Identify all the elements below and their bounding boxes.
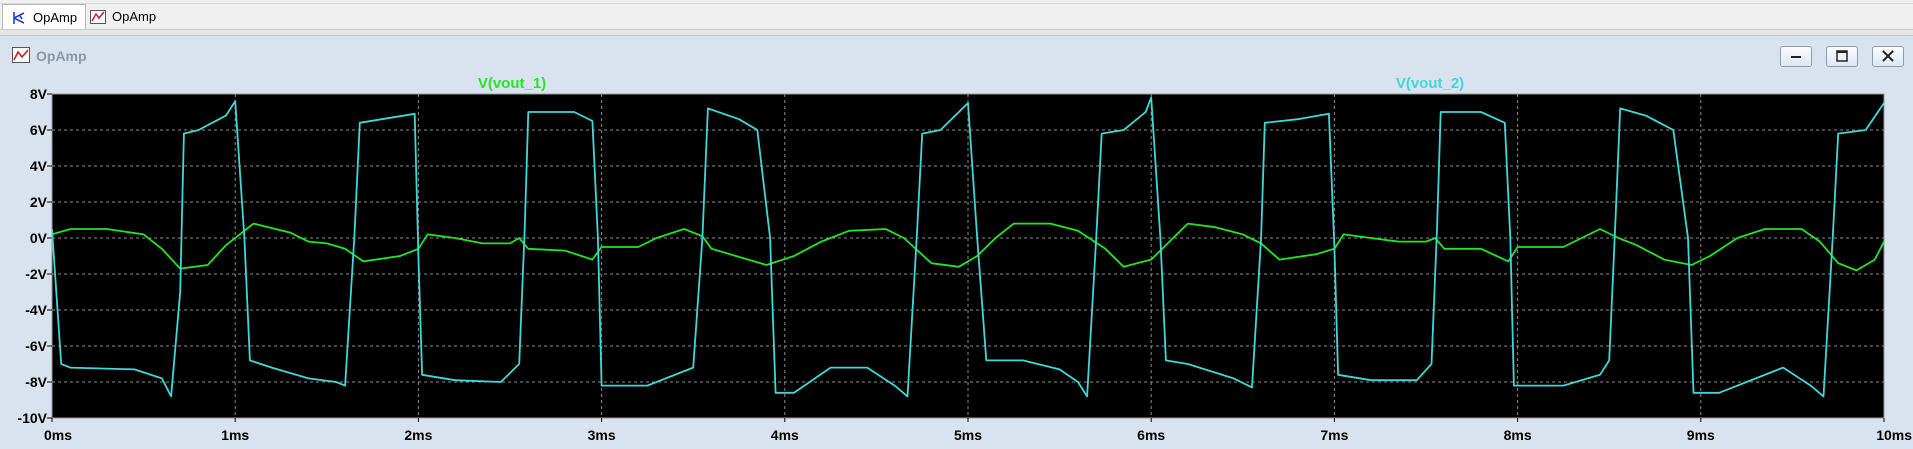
- y-tick-label: -2V: [25, 266, 47, 282]
- x-tick-label: 6ms: [1137, 427, 1165, 443]
- tab-label: OpAmp: [112, 9, 157, 24]
- x-tick-label: 3ms: [588, 427, 616, 443]
- restore-icon: [1836, 50, 1848, 62]
- x-tick-label: 0ms: [44, 427, 72, 443]
- x-tick-label: 8ms: [1504, 427, 1532, 443]
- restore-button[interactable]: [1826, 46, 1858, 67]
- x-tick-label: 2ms: [404, 427, 432, 443]
- x-tick-label: 10ms: [1876, 427, 1912, 443]
- tab-schematic[interactable]: OpAmp: [2, 4, 87, 29]
- minimize-icon: [1791, 56, 1801, 58]
- waveform-icon: [90, 10, 106, 24]
- tab-label: OpAmp: [33, 10, 78, 25]
- x-tick-label: 7ms: [1320, 427, 1348, 443]
- y-tick-label: 4V: [30, 158, 48, 174]
- y-tick-label: -6V: [25, 338, 47, 354]
- legend-vout-2[interactable]: V(vout_2): [1396, 75, 1464, 92]
- waveform-icon: [12, 47, 30, 63]
- tab-strip-divider: [0, 3, 1913, 4]
- y-tick-label: 8V: [30, 86, 48, 102]
- x-tick-label: 9ms: [1687, 427, 1715, 443]
- legend-vout-1[interactable]: V(vout_1): [478, 75, 546, 92]
- close-button[interactable]: [1872, 46, 1904, 67]
- waveform-plot[interactable]: 8V 6V 4V 2V 0V -2V -4V -6V -8V -10V 0ms 1ms 2ms 3ms 4…: [0, 74, 1913, 449]
- y-tick-label: 6V: [30, 122, 48, 138]
- x-tick-label: 5ms: [954, 427, 982, 443]
- x-tick-label: 1ms: [221, 427, 249, 443]
- y-tick-label: -8V: [25, 374, 47, 390]
- schematic-icon: [13, 12, 25, 24]
- y-tick-label: -10V: [17, 410, 47, 426]
- tab-waveform[interactable]: OpAmp: [82, 4, 164, 29]
- y-tick-label: 2V: [30, 194, 48, 210]
- x-tick-label: 4ms: [771, 427, 799, 443]
- y-tick-label: -4V: [25, 302, 47, 318]
- close-icon: [1882, 50, 1894, 62]
- y-tick-label: 0V: [30, 230, 48, 246]
- minimize-button[interactable]: [1780, 46, 1812, 67]
- window-title: OpAmp: [12, 47, 87, 64]
- document-tab-strip: OpAmp OpAmp: [0, 0, 1913, 30]
